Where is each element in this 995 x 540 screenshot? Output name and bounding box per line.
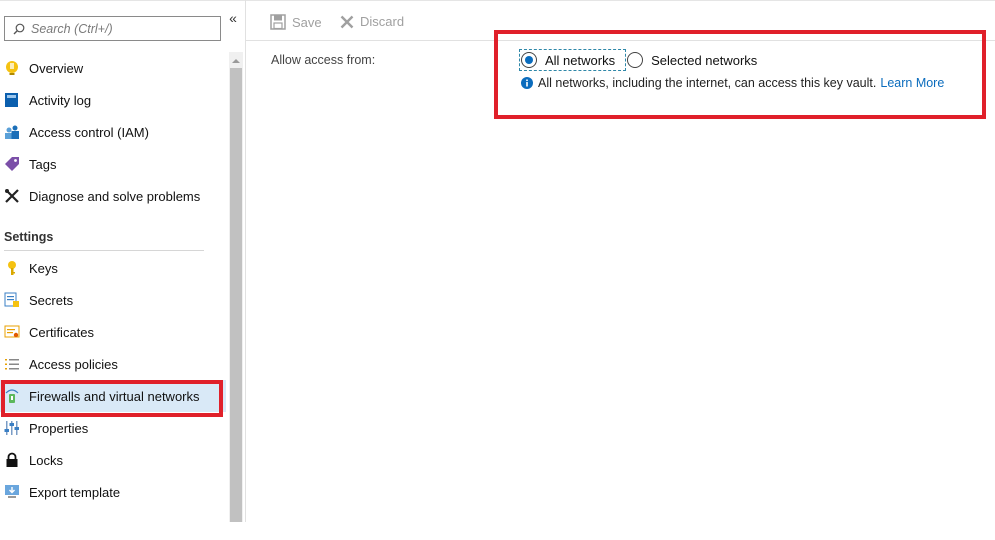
- sidebar-item-secrets[interactable]: Secrets: [0, 284, 226, 316]
- save-icon: [270, 14, 286, 30]
- sidebar-item-label: Access policies: [29, 356, 118, 372]
- sidebar-item-overview[interactable]: Overview: [0, 52, 226, 84]
- secret-icon: [4, 292, 20, 308]
- sidebar: « Overview Activity log Access control (…: [0, 0, 245, 540]
- search-input[interactable]: [31, 21, 211, 36]
- sliders-icon: [4, 420, 20, 436]
- sidebar-item-label: Properties: [29, 420, 89, 436]
- lock-icon: [4, 452, 20, 468]
- search-icon: [13, 23, 25, 34]
- sidebar-item-label: Secrets: [29, 292, 74, 308]
- search-box[interactable]: [4, 16, 221, 41]
- sidebar-item-locks[interactable]: Locks: [0, 444, 226, 476]
- sidebar-item-label: Diagnose and solve problems: [29, 188, 201, 204]
- pane-divider: [245, 0, 246, 522]
- sidebar-item-certificates[interactable]: Certificates: [0, 316, 226, 348]
- allow-access-label: Allow access from:: [271, 53, 376, 67]
- people-icon: [4, 124, 20, 140]
- highlight-box-access: [494, 30, 986, 119]
- discard-button[interactable]: Discard: [340, 14, 404, 29]
- sidebar-item-label: Certificates: [29, 324, 95, 340]
- sidebar-item-activity-log[interactable]: Activity log: [0, 84, 226, 116]
- discard-label: Discard: [360, 14, 405, 29]
- lightbulb-icon: [4, 60, 20, 76]
- sidebar-item-label: Tags: [29, 156, 57, 172]
- log-book-icon: [4, 92, 20, 108]
- sidebar-item-keys[interactable]: Keys: [0, 252, 226, 284]
- scroll-up-arrow-icon[interactable]: [229, 52, 243, 68]
- sidebar-item-label: Access control (IAM): [29, 124, 149, 140]
- sidebar-item-access-policies[interactable]: Access policies: [0, 348, 226, 380]
- export-icon: [4, 484, 20, 500]
- section-header-settings: Settings: [4, 230, 54, 244]
- close-icon: [340, 15, 354, 29]
- section-divider: [4, 250, 204, 251]
- sidebar-item-label: Keys: [29, 260, 58, 276]
- save-label: Save: [292, 14, 322, 30]
- highlight-box-sidebar: [1, 380, 223, 417]
- certificate-icon: [4, 324, 20, 340]
- sidebar-item-diagnose[interactable]: Diagnose and solve problems: [0, 180, 226, 212]
- collapse-sidebar-button[interactable]: «: [226, 10, 240, 26]
- tag-icon: [4, 156, 20, 172]
- list-icon: [4, 356, 20, 372]
- sidebar-item-label: Export template: [29, 484, 121, 500]
- key-icon: [4, 260, 20, 276]
- sidebar-item-label: Locks: [29, 452, 63, 468]
- scrollbar-thumb[interactable]: [230, 68, 242, 522]
- sidebar-item-label: Activity log: [29, 92, 92, 108]
- sidebar-item-export-template[interactable]: Export template: [0, 476, 226, 508]
- sidebar-item-tags[interactable]: Tags: [0, 148, 226, 180]
- sidebar-item-label: Overview: [29, 60, 84, 76]
- wrench-icon: [4, 188, 20, 204]
- save-button[interactable]: Save: [270, 14, 322, 30]
- sidebar-item-access-control[interactable]: Access control (IAM): [0, 116, 226, 148]
